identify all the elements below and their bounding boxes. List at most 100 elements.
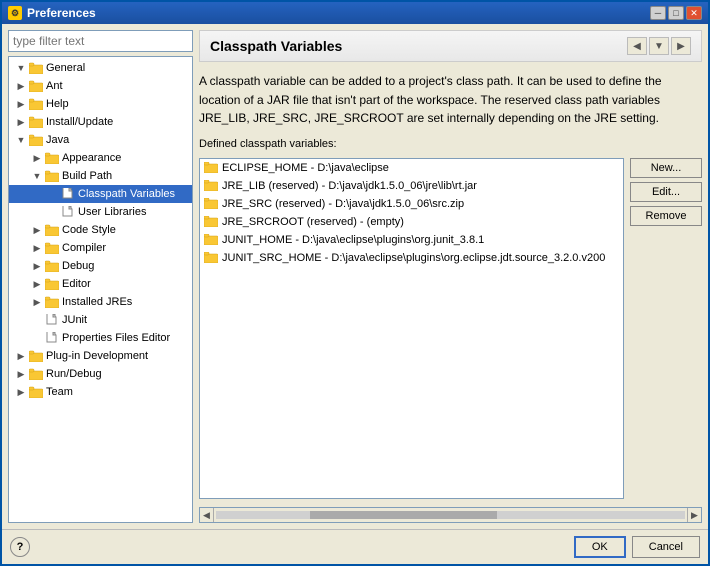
folder-icon-ant (29, 79, 43, 93)
tree-label-compiler: Compiler (62, 242, 106, 254)
nav-forward-button[interactable]: ▶ (671, 37, 691, 55)
variable-item[interactable]: ECLIPSE_HOME - D:\java\eclipse (200, 159, 623, 177)
tree-item-java[interactable]: ▼Java (9, 131, 192, 149)
tree-item-appearance[interactable]: ▶ Appearance (9, 149, 192, 167)
close-button[interactable]: ✕ (686, 6, 702, 20)
variable-text: JRE_SRCROOT (reserved) - (empty) (222, 216, 404, 228)
tree-item-compiler[interactable]: ▶ Compiler (9, 239, 192, 257)
tree-item-plug-in-development[interactable]: ▶ Plug-in Development (9, 347, 192, 365)
help-button[interactable]: ? (10, 537, 30, 557)
tree-label-user-libraries: User Libraries (78, 206, 146, 218)
maximize-button[interactable]: □ (668, 6, 684, 20)
tree-item-editor[interactable]: ▶Editor (9, 275, 192, 293)
tree-item-run-debug[interactable]: ▶Run/Debug (9, 365, 192, 383)
tree-expander-ant: ▶ (13, 78, 29, 94)
tree-expander-java: ▼ (13, 132, 29, 148)
tree-item-build-path[interactable]: ▼Build Path (9, 167, 192, 185)
folder-icon-code-style (45, 223, 59, 237)
tree-item-help[interactable]: ▶Help (9, 95, 192, 113)
variables-list[interactable]: ECLIPSE_HOME - D:\java\eclipse JRE_LIB (r… (199, 158, 624, 500)
tree-label-team: Team (46, 386, 73, 398)
var-folder-icon (204, 197, 218, 211)
tree-item-debug[interactable]: ▶ Debug (9, 257, 192, 275)
left-panel: ▼General▶Ant▶Help▶Install/Update▼Java▶Ap… (8, 30, 193, 523)
var-folder-icon (204, 215, 218, 229)
tree-item-installed-jres[interactable]: ▶Installed JREs (9, 293, 192, 311)
edit-button[interactable]: Edit... (630, 182, 702, 202)
var-folder-icon (204, 161, 218, 175)
folder-icon-appearance (45, 151, 59, 165)
folder-icon-java (29, 133, 43, 147)
variable-item[interactable]: JUNIT_HOME - D:\java\eclipse\plugins\org… (200, 231, 623, 249)
tree-expander-plug-in-development: ▶ (13, 348, 29, 364)
tree-expander-installed-jres: ▶ (29, 294, 45, 310)
tree-item-classpath-variables[interactable]: Classpath Variables (9, 185, 192, 203)
scroll-track[interactable] (216, 511, 685, 519)
variables-panel: ECLIPSE_HOME - D:\java\eclipse JRE_LIB (r… (199, 158, 702, 500)
tree-expander-debug: ▶ (29, 258, 45, 274)
tree-item-ant[interactable]: ▶Ant (9, 77, 192, 95)
folder-icon-run-debug (29, 367, 43, 381)
var-folder-icon (204, 251, 218, 265)
tree-expander-appearance: ▶ (29, 150, 45, 166)
var-folder-icon (204, 233, 218, 247)
folder-icon-debug (45, 259, 59, 273)
scroll-left-button[interactable]: ◀ (200, 508, 214, 522)
tree-expander-install-update: ▶ (13, 114, 29, 130)
tree-label-junit: JUnit (62, 314, 87, 326)
tree-label-build-path: Build Path (62, 170, 112, 182)
tree-expander-code-style: ▶ (29, 222, 45, 238)
page-icon-classpath-variables (61, 187, 75, 201)
tree-item-general[interactable]: ▼ General (9, 59, 192, 77)
tree-expander-compiler: ▶ (29, 240, 45, 256)
variable-text: ECLIPSE_HOME - D:\java\eclipse (222, 162, 389, 174)
tree-item-install-update[interactable]: ▶Install/Update (9, 113, 192, 131)
variable-item[interactable]: JRE_SRC (reserved) - D:\java\jdk1.5.0_06… (200, 195, 623, 213)
panel-title: Classpath Variables (210, 38, 342, 54)
tree-label-help: Help (46, 98, 69, 110)
tree-label-plug-in-development: Plug-in Development (46, 350, 148, 362)
tree-item-code-style[interactable]: ▶Code Style (9, 221, 192, 239)
tree-label-classpath-variables: Classpath Variables (78, 188, 175, 200)
tree-label-appearance: Appearance (62, 152, 121, 164)
tree-expander-junit (29, 312, 45, 328)
tree-view: ▼General▶Ant▶Help▶Install/Update▼Java▶Ap… (8, 56, 193, 523)
folder-icon-compiler (45, 241, 59, 255)
nav-back-button[interactable]: ◀ (627, 37, 647, 55)
remove-button[interactable]: Remove (630, 206, 702, 226)
tree-label-properties-files-editor: Properties Files Editor (62, 332, 170, 344)
horizontal-scrollbar[interactable]: ◀ ▶ (199, 507, 702, 523)
filter-input[interactable] (8, 30, 193, 52)
right-header: Classpath Variables ◀ ▼ ▶ (199, 30, 702, 62)
page-icon-junit (45, 313, 59, 327)
tree-label-debug: Debug (62, 260, 94, 272)
variable-item[interactable]: JUNIT_SRC_HOME - D:\java\eclipse\plugins… (200, 249, 623, 267)
page-icon-user-libraries (61, 205, 75, 219)
minimize-button[interactable]: ─ (650, 6, 666, 20)
tree-expander-general: ▼ (13, 60, 29, 76)
ok-button[interactable]: OK (574, 536, 626, 558)
main-content: ▼General▶Ant▶Help▶Install/Update▼Java▶Ap… (2, 24, 708, 529)
nav-dropdown-button[interactable]: ▼ (649, 37, 669, 55)
tree-item-properties-files-editor[interactable]: Properties Files Editor (9, 329, 192, 347)
variable-item[interactable]: JRE_SRCROOT (reserved) - (empty) (200, 213, 623, 231)
folder-icon-install-update (29, 115, 43, 129)
variable-item[interactable]: JRE_LIB (reserved) - D:\java\jdk1.5.0_06… (200, 177, 623, 195)
tree-expander-user-libraries (45, 204, 61, 220)
tree-item-junit[interactable]: JUnit (9, 311, 192, 329)
variable-text: JUNIT_SRC_HOME - D:\java\eclipse\plugins… (222, 252, 605, 264)
scroll-right-button[interactable]: ▶ (687, 508, 701, 522)
window-icon: ⚙ (8, 6, 22, 20)
folder-icon-general (29, 61, 43, 75)
tree-item-team[interactable]: ▶Team (9, 383, 192, 401)
tree-expander-properties-files-editor (29, 330, 45, 346)
variable-text: JRE_SRC (reserved) - D:\java\jdk1.5.0_06… (222, 198, 464, 210)
folder-icon-plug-in-development (29, 349, 43, 363)
cancel-button[interactable]: Cancel (632, 536, 700, 558)
tree-item-user-libraries[interactable]: User Libraries (9, 203, 192, 221)
variable-text: JRE_LIB (reserved) - D:\java\jdk1.5.0_06… (222, 180, 477, 192)
preferences-window: ⚙ Preferences ─ □ ✕ ▼General▶Ant▶Help▶In… (0, 0, 710, 566)
title-bar: ⚙ Preferences ─ □ ✕ (2, 2, 708, 24)
tree-label-general: General (46, 62, 85, 74)
new-button[interactable]: New... (630, 158, 702, 178)
